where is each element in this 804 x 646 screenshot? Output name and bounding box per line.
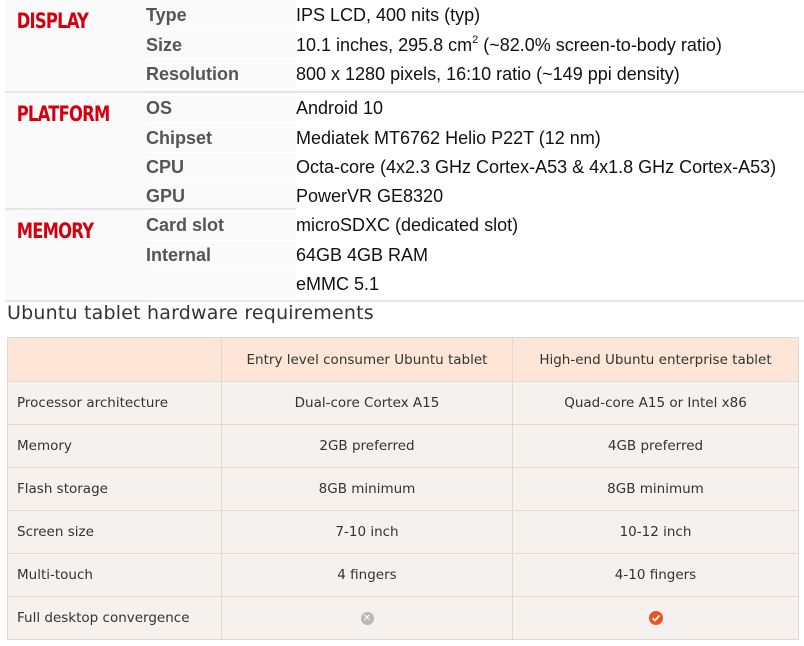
table-row: Flash storage 8GB minimum 8GB minimum (7, 467, 799, 511)
spec-value-text: PowerVR GE8320 (296, 185, 444, 206)
spec-row-chipset: Chipset Mediatek MT6762 Helio P22T (12 n… (146, 124, 804, 153)
table-row: Screen size 7-10 inch 10-12 inch (7, 510, 799, 554)
spec-key[interactable]: OS (146, 98, 296, 119)
spec-value-text: IPS LCD, 400 nits (typ) (296, 4, 481, 25)
entry-value: 8GB minimum (221, 467, 513, 511)
table-row: Multi-touch 4 fingers 4-10 fingers (7, 553, 799, 597)
header-cell-empty (7, 337, 222, 382)
row-label: Multi-touch (7, 553, 222, 597)
requirements-table: Entry level consumer Ubuntu tablet High-… (7, 337, 799, 640)
spec-key[interactable]: Chipset (146, 128, 296, 149)
spec-section-memory: MEMORY Card slot microSDXC (dedicated sl… (5, 210, 804, 302)
high-value: 4-10 fingers (512, 553, 799, 597)
spec-row-type: Type IPS LCD, 400 nits (typ) (146, 0, 804, 31)
spec-table: DISPLAY Type IPS LCD, 400 nits (typ) Siz… (5, 0, 804, 302)
table-caption: Ubuntu tablet hardware requirements (7, 302, 374, 324)
spec-value: Octa-core (4x2.3 GHz Cortex-A53 & 4x1.8 … (296, 153, 804, 181)
spec-row-internal: Internal 64GB 4GB RAM (146, 241, 804, 270)
high-value: 4GB preferred (512, 424, 799, 468)
spec-row-storage-type: eMMC 5.1 (146, 270, 804, 299)
spec-row-gpu: GPU PowerVR GE8320 (146, 182, 804, 211)
spec-value: Mediatek MT6762 Helio P22T (12 nm) (296, 124, 804, 152)
spec-value: PowerVR GE8320 (296, 182, 804, 210)
row-label: Memory (7, 424, 222, 468)
spec-key[interactable]: CPU (146, 157, 296, 178)
spec-value: microSDXC (dedicated slot) (296, 210, 804, 240)
spec-value-text: microSDXC (dedicated slot) (296, 214, 519, 235)
high-value: Quad-core A15 or Intel x86 (512, 381, 799, 425)
spec-value: 64GB 4GB RAM (296, 241, 804, 269)
category-memory[interactable]: MEMORY (5, 210, 115, 300)
header-high-end: High-end Ubuntu enterprise tablet (512, 337, 799, 382)
spec-value-text: 10.1 inches, 295.8 cm (296, 34, 473, 55)
spec-row-cpu: CPU Octa-core (4x2.3 GHz Cortex-A53 & 4x… (146, 153, 804, 182)
superscript: 2 (472, 34, 479, 46)
table-row: Full desktop convergence ✕ (7, 596, 799, 640)
spec-key[interactable]: Size (146, 35, 296, 56)
spec-row-resolution: Resolution 800 x 1280 pixels, 16:10 rati… (146, 60, 804, 89)
category-platform[interactable]: PLATFORM (5, 93, 115, 208)
check-circle-icon (648, 611, 663, 625)
entry-value: 2GB preferred (221, 424, 513, 468)
spec-key[interactable]: Resolution (146, 64, 296, 85)
row-label: Flash storage (7, 467, 222, 511)
spec-value: 800 x 1280 pixels, 16:10 ratio (~149 ppi… (296, 60, 804, 88)
spec-value-text: Android 10 (296, 97, 384, 118)
high-value: 8GB minimum (512, 467, 799, 511)
spec-value-text: 64GB 4GB RAM (296, 244, 429, 265)
entry-value: ✕ (221, 596, 513, 640)
spec-value: Android 10 (296, 93, 804, 123)
spec-value-text: Octa-core (4x2.3 GHz Cortex-A53 & 4x1.8 … (296, 156, 777, 177)
entry-value: 7-10 inch (221, 510, 513, 554)
spec-value-text: eMMC 5.1 (296, 273, 380, 294)
row-label: Processor architecture (7, 381, 222, 425)
spec-key[interactable]: Card slot (146, 215, 296, 236)
entry-value: 4 fingers (221, 553, 513, 597)
table-row: Memory 2GB preferred 4GB preferred (7, 424, 799, 468)
category-display[interactable]: DISPLAY (5, 0, 115, 91)
spec-row-os: OS Android 10 (146, 93, 804, 124)
spec-key[interactable]: GPU (146, 186, 296, 207)
spec-value: eMMC 5.1 (296, 270, 804, 298)
spec-value-text: (~82.0% screen-to-body ratio) (478, 34, 722, 55)
entry-value: Dual-core Cortex A15 (221, 381, 513, 425)
spec-value-text: 800 x 1280 pixels, 16:10 ratio (~149 ppi… (296, 63, 680, 84)
high-value (512, 596, 799, 640)
spec-row-size: Size 10.1 inches, 295.8 cm 2 (~82.0% scre… (146, 31, 804, 60)
row-label: Screen size (7, 510, 222, 554)
spec-key[interactable]: Internal (146, 245, 296, 266)
spec-row-card-slot: Card slot microSDXC (dedicated slot) (146, 210, 804, 241)
row-label: Full desktop convergence (7, 596, 222, 640)
spec-value-text: Mediatek MT6762 Helio P22T (12 nm) (296, 127, 601, 148)
header-entry-level: Entry level consumer Ubuntu tablet (221, 337, 513, 382)
spec-section-display: DISPLAY Type IPS LCD, 400 nits (typ) Siz… (5, 0, 804, 93)
cross-circle-icon: ✕ (360, 611, 374, 625)
spec-key[interactable]: Type (146, 5, 296, 26)
spec-section-platform: PLATFORM OS Android 10 Chipset Mediatek … (5, 93, 804, 211)
table-header-row: Entry level consumer Ubuntu tablet High-… (7, 337, 799, 382)
spec-value: IPS LCD, 400 nits (typ) (296, 0, 804, 30)
spec-value: 10.1 inches, 295.8 cm 2 (~82.0% screen-to… (296, 31, 804, 59)
high-value: 10-12 inch (512, 510, 799, 554)
table-row: Processor architecture Dual-core Cortex … (7, 381, 799, 425)
